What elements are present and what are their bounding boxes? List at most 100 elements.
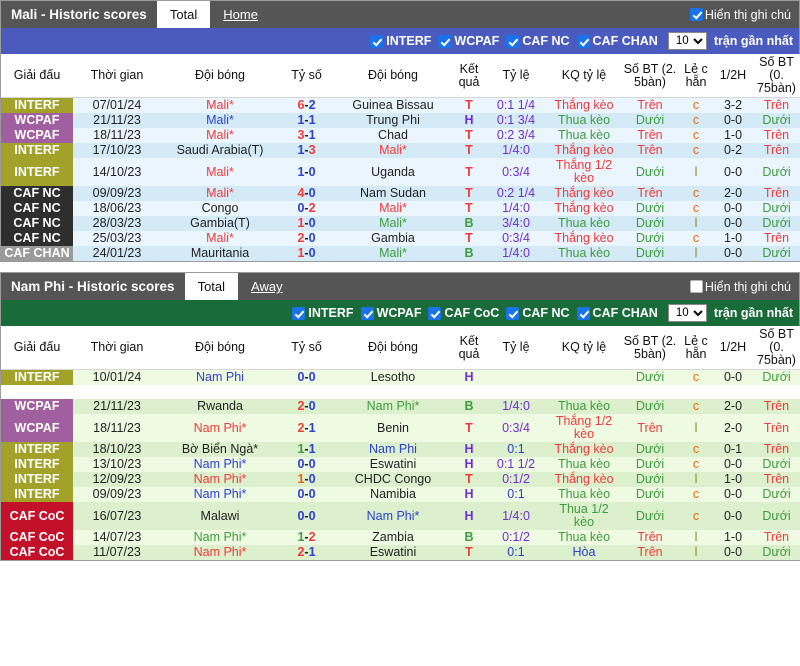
- checkbox-icon[interactable]: [428, 306, 442, 320]
- col-header-9: Lẻ c hẵn: [678, 54, 714, 98]
- away-team[interactable]: Mali*: [334, 143, 452, 158]
- away-team[interactable]: Eswatini: [334, 457, 452, 472]
- checkbox-icon[interactable]: [292, 306, 306, 320]
- home-team[interactable]: Nam Phi*: [161, 414, 279, 442]
- table-row[interactable]: CAF CoC 14/07/23 Nam Phi* 1-2 Zambia B 0:1/2 Th…: [1, 530, 800, 545]
- away-team[interactable]: Uganda: [334, 158, 452, 186]
- checkbox-icon[interactable]: [370, 34, 384, 48]
- league-badge: WCPAF: [1, 414, 73, 442]
- home-team[interactable]: Nam Phi*: [161, 530, 279, 545]
- table-row[interactable]: CAF CoC 16/07/23 Malawi 0-0 Nam Phi* H 1/4:0 Th…: [1, 502, 800, 530]
- home-team[interactable]: Saudi Arabia(T): [161, 143, 279, 158]
- away-team[interactable]: Nam Sudan: [334, 186, 452, 201]
- table-row[interactable]: INTERF 12/09/23 Nam Phi* 1-0 CHDC Congo T 0:1/…: [1, 472, 800, 487]
- panel-1-match-count-select[interactable]: 10203050: [667, 304, 707, 322]
- table-row[interactable]: INTERF 17/10/23 Saudi Arabia(T) 1-3 Mali* T 1/…: [1, 143, 800, 158]
- col-header-3: Tỷ số: [279, 54, 334, 98]
- panel-0-filter-interf[interactable]: INTERF: [370, 34, 431, 48]
- home-team[interactable]: Mali*: [161, 186, 279, 201]
- table-row[interactable]: WCPAF 21/11/23 Rwanda 2-0 Nam Phi* B 1/4:0 Thua…: [1, 399, 800, 414]
- panel-0-tab-home[interactable]: Home: [210, 1, 271, 28]
- panel-0-show-notes-toggle[interactable]: Hiển thị ghi chú: [689, 1, 799, 28]
- checkbox-icon[interactable]: [576, 306, 590, 320]
- table-row[interactable]: CAF NC 28/03/23 Gambia(T) 1-0 Mali* B 3/4:0 Thu…: [1, 216, 800, 231]
- away-team[interactable]: CHDC Congo: [334, 472, 452, 487]
- panel-1-tab-away[interactable]: Away: [238, 273, 296, 300]
- panel-0-match-count-select[interactable]: 10203050: [667, 32, 707, 50]
- home-team[interactable]: Mali*: [161, 128, 279, 143]
- table-row[interactable]: CAF CoC 11/07/23 Nam Phi* 2-1 Eswatini T 0:1 Hò…: [1, 545, 800, 560]
- league-badge: INTERF: [1, 442, 73, 457]
- table-row[interactable]: INTERF 10/01/24 Nam Phi 0-0 Lesotho H Dưới c 0-0…: [1, 369, 800, 385]
- league-badge: CAF NC: [1, 186, 73, 201]
- table-row[interactable]: INTERF 13/10/23 Nam Phi* 0-0 Eswatini H 0:1 1/…: [1, 457, 800, 472]
- away-team[interactable]: Trung Phi: [334, 113, 452, 128]
- table-row[interactable]: INTERF 07/01/24 Mali* 6-2 Guinea Bissau T 0:1 …: [1, 97, 800, 113]
- home-team[interactable]: Mali*: [161, 158, 279, 186]
- away-team[interactable]: Gambia: [334, 231, 452, 246]
- away-team[interactable]: Eswatini: [334, 545, 452, 560]
- home-team[interactable]: Malawi: [161, 502, 279, 530]
- home-team[interactable]: Mauritania: [161, 246, 279, 261]
- league-badge: CAF NC: [1, 231, 73, 246]
- home-team[interactable]: Bờ Biển Ngà*: [161, 442, 279, 457]
- checkbox-icon[interactable]: [360, 306, 374, 320]
- table-row[interactable]: INTERF 18/10/23 Bờ Biển Ngà* 1-1 Nam Phi H 0:1…: [1, 442, 800, 457]
- panel-1-tab-total[interactable]: Total: [184, 273, 239, 300]
- away-team[interactable]: Nam Phi*: [334, 399, 452, 414]
- panel-0-tab-total[interactable]: Total: [156, 1, 211, 28]
- checkbox-icon[interactable]: [576, 34, 590, 48]
- panel-1-filter-interf[interactable]: INTERF: [292, 306, 354, 320]
- away-team[interactable]: Zambia: [334, 530, 452, 545]
- away-team[interactable]: Mali*: [334, 246, 452, 261]
- odd-even: c: [678, 369, 714, 385]
- table-row[interactable]: INTERF 14/10/23 Mali* 1-0 Uganda T 0:3/4 Thắng …: [1, 158, 800, 186]
- score: 4-0: [279, 186, 334, 201]
- panel-1-show-notes-toggle[interactable]: Hiển thị ghi chú: [689, 273, 799, 300]
- home-team[interactable]: Nam Phi*: [161, 545, 279, 560]
- panel-0-filter-caf-chan[interactable]: CAF CHAN: [576, 34, 658, 48]
- panel-0-filter-wcpaf[interactable]: WCPAF: [438, 34, 499, 48]
- table-row[interactable]: INTERF 09/09/23 Nam Phi* 0-0 Namibia H 0:1 Thua…: [1, 487, 800, 502]
- panel-1-filter-caf-nc[interactable]: CAF NC: [506, 306, 570, 320]
- home-team[interactable]: Congo: [161, 201, 279, 216]
- away-team[interactable]: Nam Phi*: [334, 502, 452, 530]
- handicap-odds: 0:1: [486, 487, 546, 502]
- away-team[interactable]: Nam Phi: [334, 442, 452, 457]
- panel-0-title: Mali - Historic scores: [11, 7, 147, 22]
- table-row[interactable]: CAF NC 09/09/23 Mali* 4-0 Nam Sudan T 0:2 1/4 T…: [1, 186, 800, 201]
- away-team[interactable]: Namibia: [334, 487, 452, 502]
- away-team[interactable]: Benin: [334, 414, 452, 442]
- home-team[interactable]: Gambia(T): [161, 216, 279, 231]
- home-team[interactable]: Nam Phi: [161, 369, 279, 385]
- panel-1-filter-caf-chan[interactable]: CAF CHAN: [576, 306, 658, 320]
- table-row[interactable]: CAF NC 25/03/23 Mali* 2-0 Gambia T 0:3/4 Thắng …: [1, 231, 800, 246]
- panel-1-filter-wcpaf[interactable]: WCPAF: [360, 306, 421, 320]
- panel-1-filter-caf-coc[interactable]: CAF CoC: [428, 306, 499, 320]
- home-team[interactable]: Mali*: [161, 113, 279, 128]
- home-team[interactable]: Nam Phi*: [161, 472, 279, 487]
- table-row[interactable]: WCPAF 18/11/23 Mali* 3-1 Chad T 0:2 3/4 Thua kè…: [1, 128, 800, 143]
- home-team[interactable]: Nam Phi*: [161, 487, 279, 502]
- table-row[interactable]: CAF CHAN 24/01/23 Mauritania 1-0 Mali* B 1/4:0…: [1, 246, 800, 261]
- away-team[interactable]: Mali*: [334, 216, 452, 231]
- home-team[interactable]: Mali*: [161, 97, 279, 113]
- checkbox-icon[interactable]: [438, 34, 452, 48]
- handicap-result: Thắng kèo: [546, 442, 622, 457]
- panel-0-filter-caf-nc[interactable]: CAF NC: [506, 34, 570, 48]
- show-notes-checkbox-icon[interactable]: [689, 8, 703, 21]
- table-row[interactable]: WCPAF 21/11/23 Mali* 1-1 Trung Phi H 0:1 3/4 Th…: [1, 113, 800, 128]
- away-team[interactable]: Chad: [334, 128, 452, 143]
- home-team[interactable]: Rwanda: [161, 399, 279, 414]
- checkbox-icon[interactable]: [506, 34, 520, 48]
- away-team[interactable]: Lesotho: [334, 369, 452, 385]
- half-time-score: 1-0: [714, 472, 752, 487]
- home-team[interactable]: Nam Phi*: [161, 457, 279, 472]
- home-team[interactable]: Mali*: [161, 231, 279, 246]
- checkbox-icon[interactable]: [506, 306, 520, 320]
- away-team[interactable]: Mali*: [334, 201, 452, 216]
- table-row[interactable]: WCPAF 18/11/23 Nam Phi* 2-1 Benin T 0:3/4 Thắng…: [1, 414, 800, 442]
- show-notes-checkbox-icon[interactable]: [689, 280, 703, 293]
- table-row[interactable]: CAF NC 18/06/23 Congo 0-2 Mali* T 1/4:0 Thắng k…: [1, 201, 800, 216]
- away-team[interactable]: Guinea Bissau: [334, 97, 452, 113]
